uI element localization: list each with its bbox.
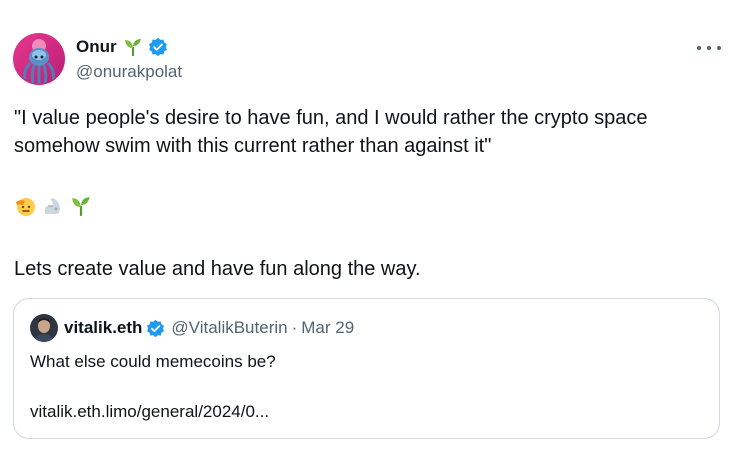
tweet-card: Onur @onurakpolat "I value people's desi… xyxy=(0,0,756,451)
quoted-header: vitalik.eth @VitalikButerin · Mar 29 xyxy=(30,314,354,342)
more-dot xyxy=(707,46,711,50)
more-dot xyxy=(717,46,721,50)
tweet-text: "I value people's desire to have fun, an… xyxy=(14,107,648,157)
tweet-text-second: Lets create value and have fun along the… xyxy=(14,258,421,280)
saluting-face-icon xyxy=(14,195,36,217)
author-name-row: Onur xyxy=(76,36,182,58)
quoted-handle[interactable]: @VitalikButerin xyxy=(171,318,287,338)
author-avatar[interactable] xyxy=(13,33,65,85)
author-handle[interactable]: @onurakpolat xyxy=(76,62,182,82)
emoji-row xyxy=(14,195,92,217)
seedling-icon xyxy=(70,195,92,217)
quoted-separator: · xyxy=(291,318,298,337)
more-options-icon[interactable] xyxy=(697,38,721,58)
verified-badge-icon[interactable] xyxy=(146,319,165,338)
more-dot xyxy=(697,46,701,50)
quoted-text: What else could memecoins be? xyxy=(30,352,276,371)
verified-badge-icon[interactable] xyxy=(148,37,168,57)
quoted-avatar[interactable] xyxy=(30,314,58,342)
quoted-link[interactable]: vitalik.eth.limo/general/2024/0... xyxy=(30,401,269,423)
mechanical-arm-icon xyxy=(42,195,64,217)
quoted-tweet[interactable]: vitalik.eth @VitalikButerin · Mar 29 Wha… xyxy=(13,298,720,439)
quoted-date[interactable]: Mar 29 xyxy=(301,318,354,338)
author-display-name[interactable]: Onur xyxy=(76,37,117,57)
quoted-display-name[interactable]: vitalik.eth xyxy=(64,318,142,338)
author-block: Onur @onurakpolat xyxy=(76,36,182,82)
seedling-icon xyxy=(123,37,143,57)
